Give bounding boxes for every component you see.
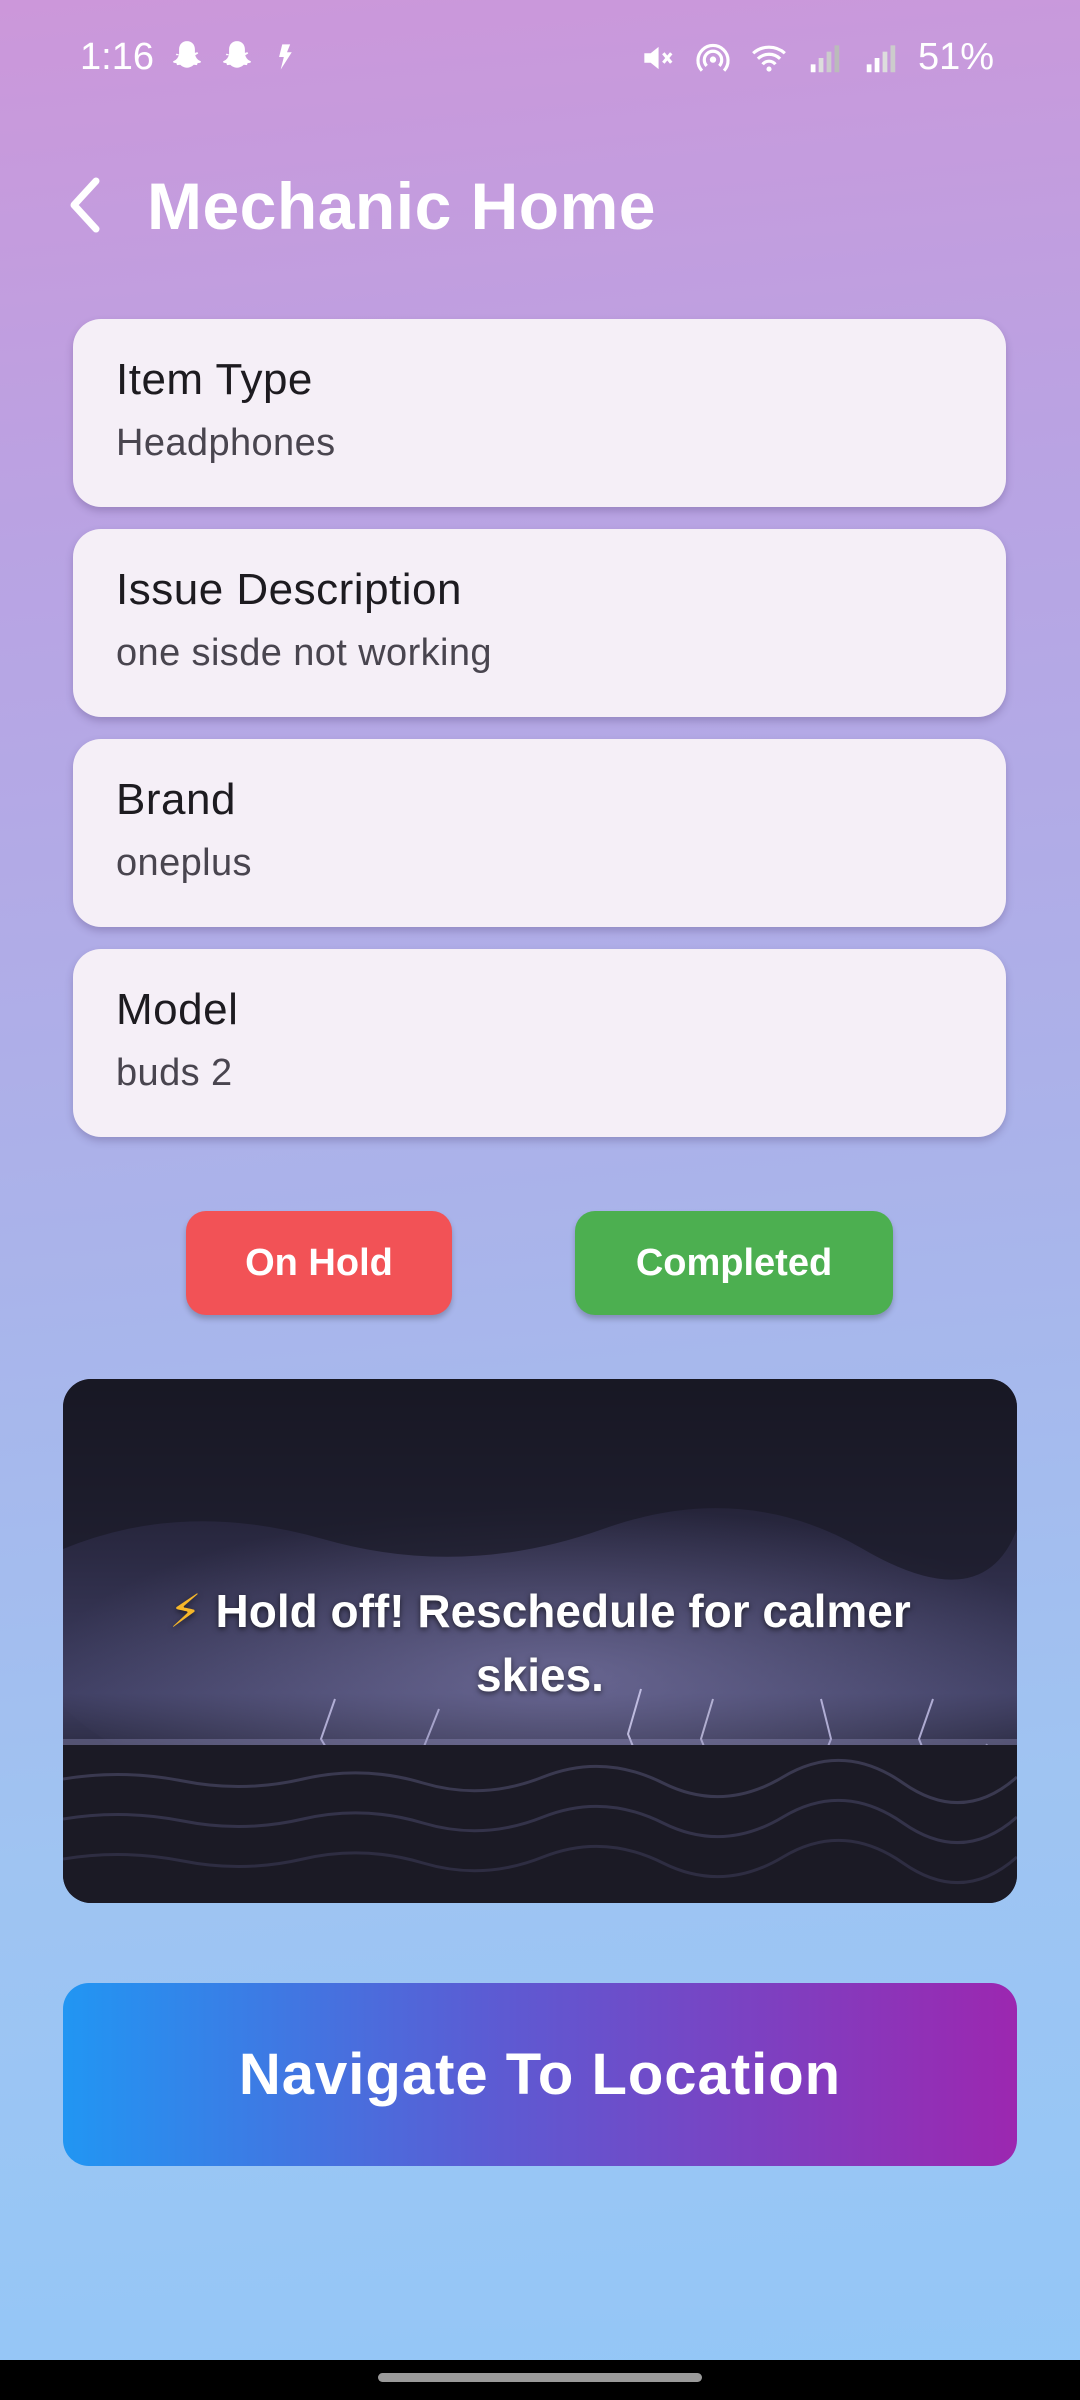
page-title: Mechanic Home	[147, 169, 656, 243]
brand-card: Brand oneplus	[73, 739, 1006, 927]
on-hold-button[interactable]: On Hold	[186, 1211, 452, 1315]
card-label: Issue Description	[116, 565, 462, 614]
hotspot-icon	[696, 43, 730, 72]
app-notification-icon	[279, 44, 292, 70]
status-time: 1:16	[80, 36, 154, 78]
card-label: Model	[116, 985, 239, 1034]
system-navigation-bar	[0, 2360, 1080, 2400]
snapchat-icon	[173, 41, 201, 68]
weather-warning-banner: ⚡ Hold off! Reschedule for calmer skies.	[63, 1379, 1017, 1903]
navigate-to-location-button[interactable]: Navigate To Location	[63, 1983, 1017, 2166]
issue-description-card: Issue Description one sisde not working	[73, 529, 1006, 717]
item-type-card: Item Type Headphones	[73, 319, 1006, 507]
signal-icon	[810, 44, 840, 72]
notification-icons	[168, 38, 306, 76]
wifi-icon	[752, 45, 786, 72]
back-button[interactable]	[56, 170, 116, 240]
card-label: Brand	[116, 775, 236, 824]
lightning-icon: ⚡	[169, 1585, 202, 1637]
mute-icon	[644, 46, 673, 69]
signal-icon	[866, 44, 896, 72]
card-value: buds 2	[116, 1052, 233, 1094]
card-value: one sisde not working	[116, 632, 492, 674]
completed-button[interactable]: Completed	[575, 1211, 893, 1315]
home-gesture-handle[interactable]	[378, 2373, 702, 2382]
weather-message: ⚡ Hold off! Reschedule for calmer skies.	[103, 1579, 977, 1707]
card-value: oneplus	[116, 842, 252, 884]
weather-message-text: Hold off! Reschedule for calmer skies.	[215, 1585, 911, 1701]
status-bar: 1:16 51%	[0, 0, 1080, 120]
model-card: Model buds 2	[73, 949, 1006, 1137]
app-header: Mechanic Home	[0, 150, 1080, 260]
chevron-left-icon	[70, 177, 100, 233]
card-value: Headphones	[116, 422, 336, 464]
snapchat-icon	[223, 41, 251, 68]
battery-percentage: 51%	[917, 36, 994, 78]
status-indicators: 51%	[638, 36, 994, 79]
card-label: Item Type	[116, 355, 313, 404]
